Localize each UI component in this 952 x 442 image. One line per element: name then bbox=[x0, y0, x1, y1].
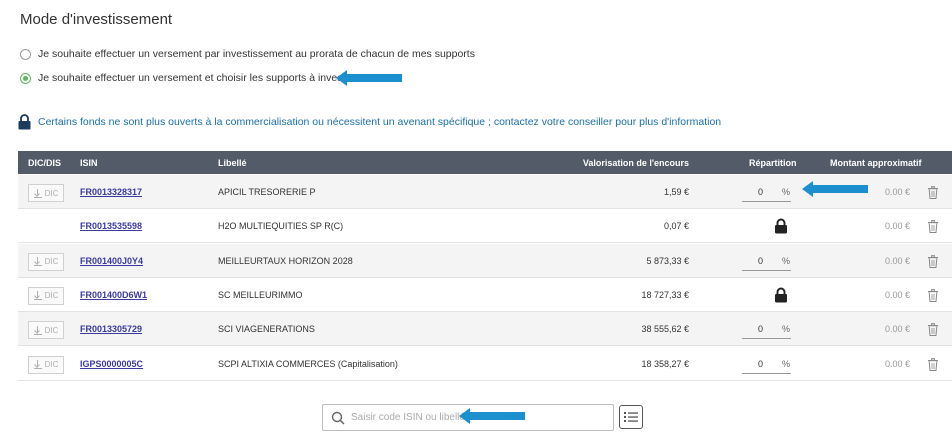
table-row: DIC FR001400J0Y4 MEILLEURTAUX HORIZON 2028… bbox=[18, 243, 952, 278]
list-button[interactable] bbox=[619, 405, 643, 429]
download-icon bbox=[33, 188, 42, 198]
option-prorata[interactable]: Je souhaite effectuer un versement par i… bbox=[20, 48, 475, 60]
montant-value: 0.00 € bbox=[884, 187, 910, 197]
isin-link[interactable]: FR001400J0Y4 bbox=[80, 256, 143, 266]
dic-download-button[interactable]: DIC bbox=[28, 184, 64, 202]
dic-download-button[interactable]: DIC bbox=[28, 252, 64, 271]
list-icon bbox=[624, 412, 638, 422]
arrow-left-icon bbox=[336, 70, 402, 86]
repartition-input[interactable]: 0% bbox=[742, 251, 791, 271]
trash-icon[interactable] bbox=[927, 186, 939, 199]
dic-download-button[interactable]: DIC bbox=[28, 321, 64, 340]
radio-choose-supports[interactable] bbox=[20, 72, 31, 84]
dic-download-button[interactable]: DIC bbox=[28, 286, 64, 305]
arrow-left-icon bbox=[459, 408, 525, 424]
repartition-input[interactable]: 0% bbox=[742, 319, 791, 340]
col-isin: ISIN bbox=[80, 158, 98, 168]
col-montant: Montant approximatif bbox=[830, 158, 922, 168]
table-row: DIC FR001400D6W1 SC MEILLEURIMMO 18 727,33 … bbox=[18, 278, 952, 312]
lock-icon bbox=[775, 287, 787, 303]
download-icon bbox=[33, 360, 42, 369]
col-repartition: Répartition bbox=[749, 158, 797, 168]
fund-label: APICIL TRESORERIE P bbox=[218, 187, 316, 197]
montant-value: 0.00 € bbox=[884, 324, 910, 335]
info-notice: Certains fonds ne sont plus ouverts à la… bbox=[18, 114, 721, 130]
search-icon bbox=[331, 411, 345, 425]
option-choose-supports-label: Je souhaite effectuer un versement et ch… bbox=[38, 72, 352, 84]
montant-value: 0.00 € bbox=[884, 255, 910, 266]
table-header: DIC/DIS ISIN Libellé Valorisation de l'e… bbox=[18, 151, 952, 174]
fund-label: SCPI ALTIXIA COMMERCES (Capitalisation) bbox=[218, 358, 398, 369]
col-valorisation: Valorisation de l'encours bbox=[582, 158, 689, 168]
table-row: DIC FR0013305729 SCI VIAGENERATIONS 38 555,… bbox=[18, 312, 952, 347]
valorisation-value: 5 873,33 € bbox=[646, 255, 689, 266]
isin-link[interactable]: FR0013328317 bbox=[80, 187, 142, 197]
isin-link[interactable]: FR001400D6W1 bbox=[80, 290, 147, 300]
repartition-input[interactable]: 0% bbox=[742, 182, 791, 202]
table-row: FR0013535598 H2O MULTIEQUITIES SP R(C) 0,0… bbox=[18, 209, 952, 244]
fund-label: H2O MULTIEQUITIES SP R(C) bbox=[218, 221, 344, 232]
download-icon bbox=[33, 325, 42, 335]
option-choose-supports[interactable]: Je souhaite effectuer un versement et ch… bbox=[20, 72, 351, 84]
lock-icon bbox=[18, 114, 31, 130]
lock-icon bbox=[775, 218, 787, 234]
col-dic: DIC/DIS bbox=[28, 158, 62, 168]
trash-icon[interactable] bbox=[927, 288, 939, 302]
download-icon bbox=[33, 257, 42, 267]
fund-label: SC MEILLEURIMMO bbox=[218, 289, 303, 300]
valorisation-value: 18 727,33 € bbox=[641, 289, 689, 300]
fund-label: SCI VIAGENERATIONS bbox=[218, 324, 315, 335]
montant-value: 0.00 € bbox=[884, 358, 910, 369]
option-prorata-label: Je souhaite effectuer un versement par i… bbox=[38, 48, 475, 60]
col-libelle: Libellé bbox=[218, 158, 247, 168]
montant-value: 0.00 € bbox=[884, 289, 910, 300]
info-text: Certains fonds ne sont plus ouverts à la… bbox=[38, 116, 722, 128]
fund-label: MEILLEURTAUX HORIZON 2028 bbox=[218, 255, 353, 266]
arrow-left-icon bbox=[802, 181, 868, 197]
trash-icon[interactable] bbox=[927, 220, 939, 234]
table-row: DIC IGPS0000005C SCPI ALTIXIA COMMERCES (C… bbox=[18, 347, 952, 381]
valorisation-value: 18 358,27 € bbox=[641, 358, 689, 369]
isin-link[interactable]: IGPS0000005C bbox=[80, 359, 143, 369]
dic-download-button[interactable]: DIC bbox=[28, 355, 64, 374]
radio-prorata[interactable] bbox=[20, 48, 31, 60]
trash-icon[interactable] bbox=[927, 254, 939, 268]
isin-link[interactable]: FR0013305729 bbox=[80, 324, 142, 334]
valorisation-value: 1,59 € bbox=[663, 187, 689, 197]
trash-icon[interactable] bbox=[927, 323, 939, 337]
repartition-input[interactable]: 0% bbox=[742, 354, 791, 374]
valorisation-value: 38 555,62 € bbox=[641, 324, 689, 335]
page-title: Mode d'investissement bbox=[20, 11, 173, 28]
isin-link[interactable]: FR0013535598 bbox=[80, 221, 142, 231]
valorisation-value: 0,07 € bbox=[663, 221, 689, 232]
trash-icon[interactable] bbox=[927, 357, 939, 371]
montant-value: 0.00 € bbox=[884, 221, 910, 232]
download-icon bbox=[33, 291, 42, 301]
